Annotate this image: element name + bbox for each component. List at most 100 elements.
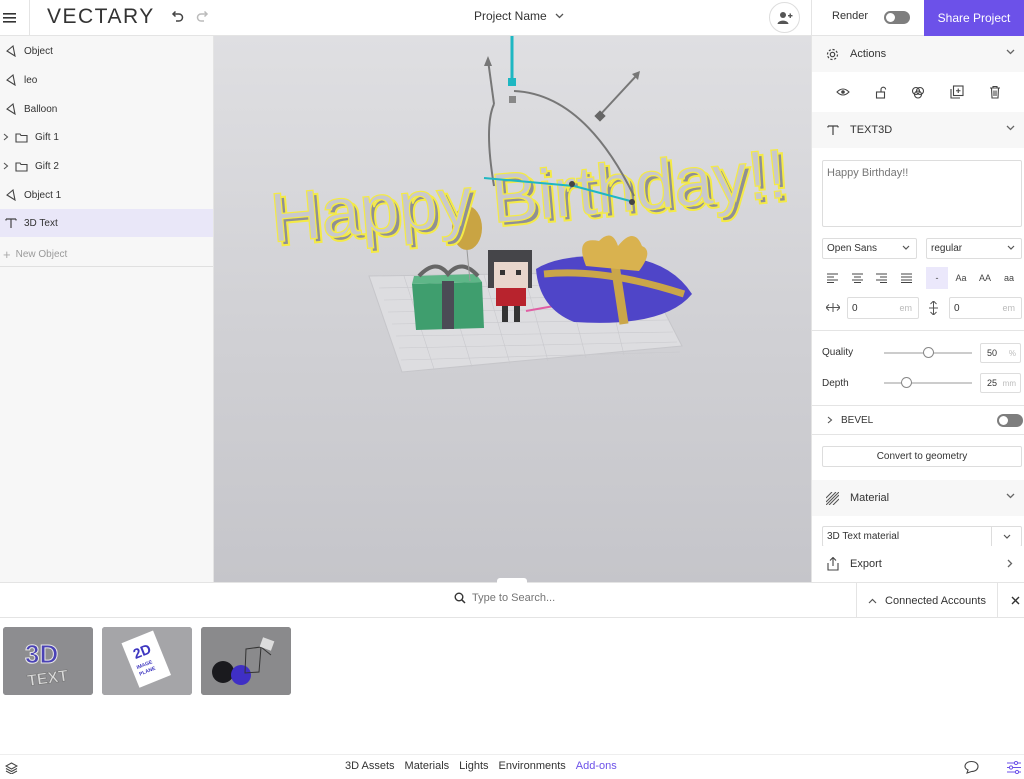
align-left-icon[interactable] [821,267,843,289]
material-select[interactable]: 3D Text material [822,526,1022,547]
chevron-right-icon[interactable] [3,133,9,141]
text3d-header[interactable]: TEXT3D [812,112,1024,148]
font-family-value: Open Sans [827,243,878,254]
new-object-label: New Object [15,249,68,260]
outliner-item-object-1[interactable]: Object 1 [0,181,213,209]
depth-slider-thumb[interactable] [900,377,912,388]
depth-value: 25 [987,378,998,388]
search-input[interactable] [472,592,602,604]
hamburger-menu-icon[interactable] [0,0,20,36]
export-header[interactable]: Export [812,546,1024,582]
settings-sliders-icon[interactable] [1007,761,1021,774]
chevron-down-icon [902,245,910,250]
svg-text:3D: 3D [25,639,58,669]
bevel-label: BEVEL [841,414,874,426]
bevel-section-header[interactable]: BEVEL [812,406,1024,434]
material-icon [826,491,839,505]
trash-icon[interactable] [989,85,1001,99]
outliner-item-3d-text[interactable]: 3D Text [0,209,213,237]
quality-value: 50 [987,348,998,358]
tab-lights[interactable]: Lights [459,760,488,772]
depth-value-input[interactable]: 25 mm [980,373,1021,393]
outliner-item-gift-2[interactable]: Gift 2 [0,152,213,180]
connected-accounts-button[interactable]: Connected Accounts [856,583,998,618]
asset-card-shapes[interactable] [201,627,291,695]
search-field[interactable] [454,592,602,604]
visibility-eye-icon[interactable] [836,87,851,97]
outliner-item-leo[interactable]: leo [0,66,213,94]
depth-label: Depth [822,378,849,389]
chevron-right-icon[interactable] [3,162,9,170]
line-height-icon [929,301,938,315]
divider [811,0,812,36]
undo-icon[interactable] [168,8,186,26]
chat-icon[interactable] [964,760,979,774]
tab-add-ons[interactable]: Add-ons [576,760,617,772]
chevron-down-icon [1006,49,1015,55]
material-title: Material [850,492,890,504]
tab-3d-assets[interactable]: 3D Assets [345,760,395,772]
quality-unit: % [1008,348,1016,358]
outliner-item-label: leo [24,74,38,86]
mesh-icon [6,74,16,86]
quality-value-input[interactable]: 50 % [980,343,1021,363]
case-lower-button[interactable]: aa [998,267,1020,289]
new-object-button[interactable]: + New Object [0,243,213,267]
3d-viewport[interactable]: Happy Birthday!! Happy Birthday!! [214,36,811,582]
asset-card-2d-image-plane[interactable]: 2D IMAGE PLANE [102,627,192,695]
tab-environments[interactable]: Environments [499,760,566,772]
align-right-icon[interactable] [870,267,892,289]
outliner-item-label: 3D Text [24,217,58,229]
actions-title: Actions [850,48,887,60]
outliner-item-balloon[interactable]: Balloon [0,95,213,123]
collaborators-icon[interactable] [769,2,800,33]
bevel-toggle[interactable] [997,414,1023,427]
case-none-button[interactable]: - [926,267,948,289]
depth-slider-track[interactable] [884,382,972,384]
convert-to-geometry-button[interactable]: Convert to geometry [822,446,1022,467]
align-center-icon[interactable] [846,267,868,289]
tab-materials[interactable]: Materials [405,760,450,772]
outliner-item-label: Gift 1 [35,131,59,143]
outliner-item-label: Gift 2 [35,160,59,172]
outliner-item-gift-1[interactable]: Gift 1 [0,123,213,151]
font-style-value: regular [931,243,963,254]
material-header[interactable]: Material [812,480,1024,516]
letter-spacing-input[interactable]: 0 em [847,297,919,319]
letter-spacing-value: 0 [852,302,858,314]
connected-accounts-label: Connected Accounts [885,594,986,607]
divider [29,0,30,36]
folder-icon [15,161,28,172]
render-toggle[interactable] [884,11,910,24]
chevron-up-icon [868,598,877,603]
close-icon[interactable] [1008,593,1022,607]
unlock-icon[interactable] [875,86,887,99]
gift-box-green [412,264,484,330]
outliner-item-label: Balloon [24,103,58,115]
top-bar: VECTARY Project Name Render Share Projec… [0,0,1024,36]
duplicate-icon[interactable] [950,85,964,99]
chevron-down-icon [991,527,1021,546]
asset-card-3d-text[interactable]: 3D TEXT [3,627,93,695]
case-title-button[interactable]: Aa [950,267,972,289]
case-upper-button[interactable]: AA [974,267,996,289]
layers-icon[interactable] [5,762,18,774]
boolean-icon[interactable] [911,86,925,99]
library-footer: 3D Assets Materials Lights Environments … [0,754,1024,779]
share-project-button[interactable]: Share Project [924,0,1024,36]
quality-slider-thumb[interactable] [922,347,934,358]
plus-icon: + [3,247,11,262]
redo-icon[interactable] [194,8,212,26]
line-height-input[interactable]: 0 em [949,297,1022,319]
letter-spacing-unit: em [899,303,912,313]
text-content-input[interactable]: Happy Birthday!! [822,160,1022,227]
project-name-dropdown[interactable]: Project Name [474,9,564,23]
outliner-item-object[interactable]: Object [0,37,213,65]
line-height-value: 0 [954,302,960,314]
align-justify-icon[interactable] [895,267,917,289]
font-family-select[interactable]: Open Sans [822,238,917,259]
font-style-select[interactable]: regular [926,238,1022,259]
actions-header[interactable]: Actions [812,36,1024,72]
divider [812,330,1024,331]
scene-render: Happy Birthday!! Happy Birthday!! [266,36,795,373]
